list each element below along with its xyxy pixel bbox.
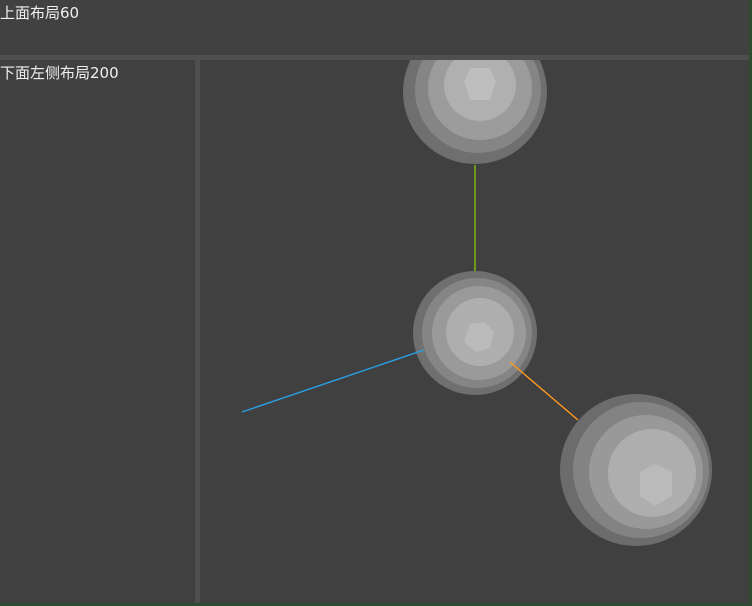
z-axis-line xyxy=(509,361,579,421)
scene-canvas[interactable] xyxy=(200,60,749,606)
top-panel-label: 上面布局60 xyxy=(0,4,80,22)
3d-viewport[interactable] xyxy=(200,60,749,606)
x-axis-line xyxy=(241,349,425,413)
left-panel: 下面左侧布局200 xyxy=(0,60,195,606)
center-sphere xyxy=(413,271,537,395)
left-panel-label: 下面左侧布局200 xyxy=(0,64,119,82)
bottom-right-sphere xyxy=(560,394,712,546)
top-sphere xyxy=(403,60,547,164)
top-panel: 上面布局60 xyxy=(0,0,752,55)
